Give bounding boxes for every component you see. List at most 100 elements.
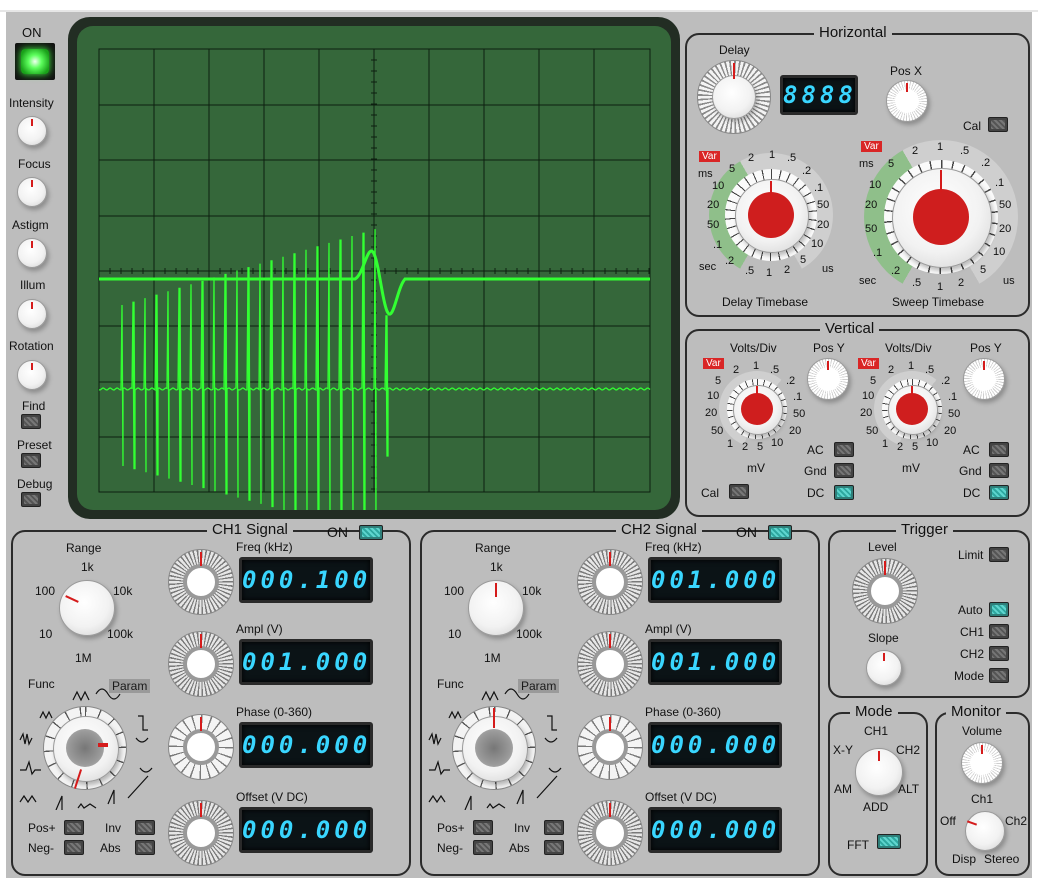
ch1-offset-knob[interactable]: [168, 800, 234, 866]
ch2-range-knob[interactable]: [468, 580, 524, 636]
ch1-gnd-switch[interactable]: [834, 463, 854, 478]
ch1-volts-dial[interactable]: [719, 371, 795, 447]
ch2-offset-display[interactable]: 000.000: [648, 807, 782, 853]
astigm-knob[interactable]: [17, 238, 47, 268]
trigger-ch2-switch[interactable]: [989, 646, 1009, 661]
ch1-range-knob[interactable]: [59, 580, 115, 636]
ch1-ac-switch[interactable]: [834, 442, 854, 457]
ch1-volts-tick: 10: [707, 390, 720, 402]
debug-switch[interactable]: [21, 492, 41, 507]
ch2-freq-knob[interactable]: [577, 549, 643, 615]
monitor-selector-knob[interactable]: [965, 811, 1005, 851]
fft-switch[interactable]: [877, 834, 901, 849]
ch1-neg-switch[interactable]: [64, 840, 84, 855]
trigger-mode-switch[interactable]: [989, 668, 1009, 683]
ch2-volts-tick: 20: [860, 407, 873, 419]
ch1-volts-tick: 10: [771, 437, 784, 449]
mode-selector-knob[interactable]: [855, 748, 903, 796]
ch2-pos-switch[interactable]: [473, 820, 493, 835]
sweep-tick: 5: [888, 158, 895, 170]
cal-h-switch[interactable]: [988, 117, 1008, 132]
ch1-pos-switch[interactable]: [64, 820, 84, 835]
ch1-ampl-knob[interactable]: [168, 631, 234, 697]
ch2-phase-display[interactable]: 000.000: [648, 722, 782, 768]
trigger-auto-switch[interactable]: [989, 602, 1009, 617]
illum-knob[interactable]: [17, 299, 47, 329]
ch1-volts-tick: 5: [715, 375, 722, 387]
ch2-offset-knob[interactable]: [577, 800, 643, 866]
trigger-ch1-switch[interactable]: [989, 624, 1009, 639]
ch2-ac-switch[interactable]: [989, 442, 1009, 457]
ch2-posy-knob[interactable]: [963, 358, 1005, 400]
mode-xy-label: X-Y: [833, 743, 854, 757]
ch2-abs-switch[interactable]: [544, 840, 564, 855]
ch2-on-switch[interactable]: [768, 525, 792, 540]
ch1-inv-switch[interactable]: [135, 820, 155, 835]
ch1-abs-switch[interactable]: [135, 840, 155, 855]
ch1-freq-knob[interactable]: [168, 549, 234, 615]
delay-knob[interactable]: [697, 60, 771, 134]
ch1-freq-display[interactable]: 000.100: [239, 557, 373, 603]
delay-tick: 5: [800, 254, 807, 266]
ch2-volts-label: Volts/Div: [885, 341, 932, 355]
ch2-ampl-knob[interactable]: [577, 631, 643, 697]
ch1-phase-knob[interactable]: [168, 714, 234, 780]
power-button[interactable]: [15, 43, 55, 80]
ch1-phase-display[interactable]: 000.000: [239, 722, 373, 768]
ch2-volts-var[interactable]: Var: [858, 358, 879, 369]
ch2-gnd-switch[interactable]: [989, 463, 1009, 478]
ch2-freq-display[interactable]: 001.000: [648, 557, 782, 603]
intensity-knob[interactable]: [17, 116, 47, 146]
sweep-timebase-label: Sweep Timebase: [892, 295, 985, 309]
ch1-offset-display[interactable]: 000.000: [239, 807, 373, 853]
ch2-neg-switch[interactable]: [473, 840, 493, 855]
trigger-ch1-label: CH1: [960, 625, 985, 639]
ch1-volts-tick: .5: [770, 364, 780, 376]
debug-label: Debug: [17, 477, 53, 491]
sweep-var-badge[interactable]: Var: [861, 141, 882, 152]
monitor-off-label: Off: [940, 814, 956, 828]
volume-knob[interactable]: [961, 742, 1003, 784]
ch1-posy-knob[interactable]: [807, 358, 849, 400]
ch1-ampl-display[interactable]: 001.000: [239, 639, 373, 685]
sweep-tick: 2: [958, 277, 965, 289]
ch2-dc-switch[interactable]: [989, 485, 1009, 500]
focus-knob[interactable]: [17, 177, 47, 207]
ch1-on-switch[interactable]: [359, 525, 383, 540]
delay-tick: 2: [748, 152, 755, 164]
preset-switch[interactable]: [21, 453, 41, 468]
delay-tick: 10: [811, 238, 824, 250]
trigger-level-knob[interactable]: [852, 558, 918, 624]
rotation-label: Rotation: [9, 339, 54, 353]
ch2-phase-knob[interactable]: [577, 714, 643, 780]
ch2-ampl-display[interactable]: 001.000: [648, 639, 782, 685]
posx-knob[interactable]: [886, 80, 928, 122]
monitor-ch2-label: Ch2: [1005, 814, 1028, 828]
delay-sec-label: sec: [699, 261, 717, 273]
ch1-func-knob[interactable]: [43, 706, 127, 790]
intensity-label: Intensity: [9, 96, 54, 110]
ch1-volts-var[interactable]: Var: [703, 358, 724, 369]
ch2-phase-label: Phase (0-360): [645, 705, 722, 719]
delay-var-badge[interactable]: Var: [699, 151, 720, 162]
find-switch[interactable]: [21, 414, 41, 429]
ch2-volts-dial[interactable]: [874, 371, 950, 447]
delay-tick: 50: [707, 219, 720, 231]
ch1-range-mark: 100: [35, 584, 56, 598]
ch2-func-knob[interactable]: [452, 706, 536, 790]
delay-tick: 50: [817, 199, 830, 211]
monitor-panel: Monitor Volume Ch1 Off Ch2 Disp Stereo: [935, 703, 1030, 876]
rotation-knob[interactable]: [17, 360, 47, 390]
ch2-on-label: ON: [736, 524, 757, 540]
ch1-dc-label: DC: [807, 486, 825, 500]
ch2-ac-label: AC: [963, 443, 980, 457]
cal-v-switch[interactable]: [729, 484, 749, 499]
sweep-tick: 2: [912, 145, 919, 157]
illum-label: Illum: [20, 278, 46, 292]
trigger-slope-knob[interactable]: [866, 650, 902, 686]
ch1-dc-switch[interactable]: [834, 485, 854, 500]
vertical-panel: Vertical Volts/Div Pos Y Var 2 1 .5 5 10…: [685, 320, 1030, 517]
ch2-inv-switch[interactable]: [544, 820, 564, 835]
horizontal-title: Horizontal: [814, 24, 892, 41]
trigger-limit-switch[interactable]: [989, 547, 1009, 562]
